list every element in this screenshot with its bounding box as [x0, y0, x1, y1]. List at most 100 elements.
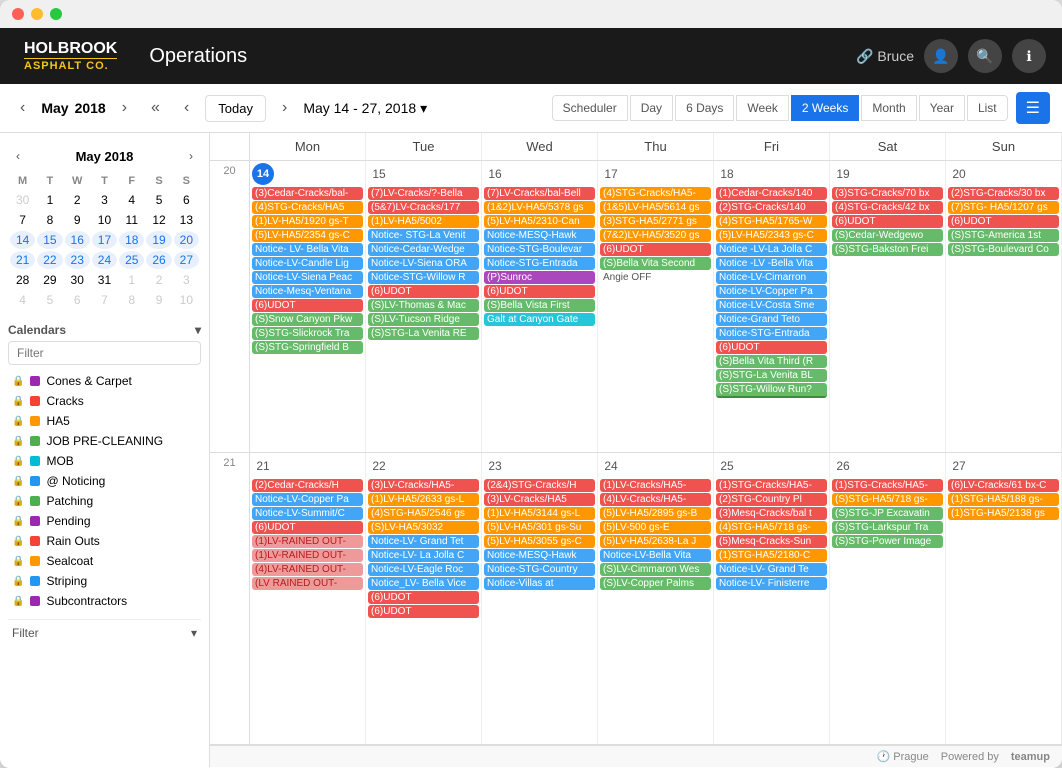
calendar-event[interactable]: (1)LV-RAINED OUT- [252, 535, 363, 548]
maximize-icon[interactable] [50, 8, 62, 20]
sidebar-item-subcontractors[interactable]: 🔒 Subcontractors [8, 591, 201, 611]
mini-cal-date[interactable]: 4 [119, 191, 144, 209]
mini-cal-date[interactable]: 5 [146, 191, 171, 209]
mini-cal-date[interactable]: 3 [174, 271, 199, 289]
calendar-event[interactable]: (1)LV-HA5/3144 gs-L [484, 507, 595, 520]
calendar-event[interactable]: Notice-LV-Cimarron [716, 271, 827, 284]
search-button[interactable]: 🔍 [968, 39, 1002, 73]
calendar-event[interactable]: Notice-STG-Entrada [716, 327, 827, 340]
calendar-event[interactable]: (1)LV-HA5/5002 [368, 215, 479, 228]
sidebar-item-mob[interactable]: 🔒 MOB [8, 451, 201, 471]
calendar-event[interactable]: (LV RAINED OUT- [252, 577, 363, 590]
calendar-event[interactable]: (4)STG-Cracks/HA5- [600, 187, 711, 200]
calendar-event[interactable]: (S)STG-Larkspur Tra [832, 521, 943, 534]
mini-cal-date[interactable]: 29 [37, 271, 62, 289]
calendar-event[interactable]: (3)Mesq-Cracks/bal t [716, 507, 827, 520]
mini-cal-date[interactable]: 21 [10, 251, 35, 269]
mini-cal-date[interactable]: 11 [119, 211, 144, 229]
next-month-button[interactable]: › [114, 95, 135, 121]
today-button[interactable]: Today [205, 95, 266, 122]
close-icon[interactable] [12, 8, 24, 20]
calendar-event[interactable]: (1)LV-HA5/2633 gs-L [368, 493, 479, 506]
mini-cal-date[interactable]: 3 [92, 191, 117, 209]
mini-cal-date[interactable]: 13 [174, 211, 199, 229]
double-prev-button[interactable]: « [143, 95, 168, 121]
calendar-event[interactable]: (6)UDOT [252, 299, 363, 312]
mini-cal-next[interactable]: › [181, 145, 201, 167]
day-view-button[interactable]: Day [630, 95, 673, 121]
sidebar-item-cracks[interactable]: 🔒 Cracks [8, 391, 201, 411]
next-range-button[interactable]: › [274, 95, 295, 121]
6days-view-button[interactable]: 6 Days [675, 95, 734, 121]
calendar-event[interactable]: Notice-STG-Boulevar [484, 243, 595, 256]
hamburger-menu-button[interactable]: ☰ [1016, 92, 1050, 124]
mini-cal-date[interactable]: 8 [119, 291, 144, 309]
calendar-event[interactable]: (1)LV-HA5/1920 gs-T [252, 215, 363, 228]
calendar-event[interactable]: Notice-LV-Summit/C [252, 507, 363, 520]
calendar-event[interactable]: (4)STG-Cracks/42 bx [832, 201, 943, 214]
mini-cal-date[interactable]: 17 [92, 231, 117, 249]
calendar-event[interactable]: (6)UDOT [832, 215, 943, 228]
mini-cal-date[interactable]: 15 [37, 231, 62, 249]
calendar-event[interactable]: Notice -LV -Bella Vita [716, 257, 827, 270]
mini-cal-date[interactable]: 28 [10, 271, 35, 289]
prev-range-button[interactable]: ‹ [176, 95, 197, 121]
sidebar-item-ha5[interactable]: 🔒 HA5 [8, 411, 201, 431]
calendar-event[interactable]: (1)STG-HA5/2138 gs [948, 507, 1059, 520]
mini-cal-date[interactable]: 2 [65, 191, 90, 209]
sidebar-item-rain-outs[interactable]: 🔒 Rain Outs [8, 531, 201, 551]
mini-cal-date[interactable]: 7 [92, 291, 117, 309]
mini-cal-date[interactable]: 27 [174, 251, 199, 269]
calendar-event[interactable]: Notice-Villas at [484, 577, 595, 590]
calendar-event[interactable]: (S)LV-Cimmaron Wes [600, 563, 711, 576]
mini-cal-date[interactable]: 22 [37, 251, 62, 269]
calendar-event[interactable]: (4)LV-Cracks/HA5- [600, 493, 711, 506]
mini-cal-date[interactable]: 6 [65, 291, 90, 309]
calendar-event[interactable]: (5)LV-HA5/2343 gs-C [716, 229, 827, 242]
week-view-button[interactable]: Week [736, 95, 788, 121]
mini-cal-date[interactable]: 26 [146, 251, 171, 269]
calendar-event[interactable]: Notice-LV- Grand Te [716, 563, 827, 576]
calendar-event[interactable]: (4)STG-HA5/718 gs- [716, 521, 827, 534]
scheduler-view-button[interactable]: Scheduler [552, 95, 628, 121]
calendar-event[interactable]: (4)STG-HA5/2546 gs [368, 507, 479, 520]
calendar-event[interactable]: Notice-LV- Finisterre [716, 577, 827, 590]
calendar-event[interactable]: Notice-MESQ-Hawk [484, 549, 595, 562]
sidebar-item-sealcoat[interactable]: 🔒 Sealcoat [8, 551, 201, 571]
date-range-display[interactable]: May 14 - 27, 2018 ▾ [303, 100, 427, 117]
year-view-button[interactable]: Year [919, 95, 965, 121]
calendar-event[interactable]: Notice-Cedar-Wedge [368, 243, 479, 256]
calendars-header[interactable]: Calendars ▾ [8, 319, 201, 341]
calendar-event[interactable]: (6)UDOT [368, 605, 479, 618]
calendar-event[interactable]: (1)Cedar-Cracks/140 [716, 187, 827, 200]
calendar-event[interactable]: (6)UDOT [948, 215, 1059, 228]
mini-cal-date[interactable]: 14 [10, 231, 35, 249]
calendar-event[interactable]: (6)UDOT [252, 521, 363, 534]
calendar-event[interactable]: (S)STG-Willow Run? [716, 383, 827, 398]
mini-cal-date[interactable]: 9 [146, 291, 171, 309]
mini-cal-date[interactable]: 7 [10, 211, 35, 229]
calendar-event[interactable]: (S)Bella Vita Third (R [716, 355, 827, 368]
mini-cal-date[interactable]: 16 [65, 231, 90, 249]
calendar-event[interactable]: (S)LV-Tucson Ridge [368, 313, 479, 326]
mini-cal-date[interactable]: 23 [65, 251, 90, 269]
calendar-filter-input[interactable] [8, 341, 201, 365]
mini-cal-date[interactable]: 4 [10, 291, 35, 309]
mini-cal-date[interactable]: 9 [65, 211, 90, 229]
calendar-event[interactable]: (3)STG-HA5/2771 gs [600, 215, 711, 228]
calendar-event[interactable]: (7)STG- HA5/1207 gs [948, 201, 1059, 214]
calendar-event[interactable]: (3)LV-Cracks/HA5- [368, 479, 479, 492]
calendar-event[interactable]: (4)STG-Cracks/HA5 [252, 201, 363, 214]
calendar-event[interactable]: Notice-LV- La Jolla C [368, 549, 479, 562]
calendar-event[interactable]: (S)STG-La Venita RE [368, 327, 479, 340]
mini-cal-date[interactable]: 24 [92, 251, 117, 269]
calendar-event[interactable]: (6)UDOT [716, 341, 827, 354]
calendar-event[interactable]: (5)LV-500 gs-E [600, 521, 711, 534]
mini-cal-date[interactable]: 18 [119, 231, 144, 249]
sidebar-item-job-pre[interactable]: 🔒 JOB PRE-CLEANING [8, 431, 201, 451]
calendar-event[interactable]: (S)STG-La Venita BL [716, 369, 827, 382]
calendar-event[interactable]: (2)STG-Country Pl [716, 493, 827, 506]
calendar-event[interactable]: Notice-LV-Copper Pa [716, 285, 827, 298]
calendar-event[interactable]: Notice-LV-Costa Sme [716, 299, 827, 312]
calendar-event[interactable]: (2)STG-Cracks/30 bx [948, 187, 1059, 200]
